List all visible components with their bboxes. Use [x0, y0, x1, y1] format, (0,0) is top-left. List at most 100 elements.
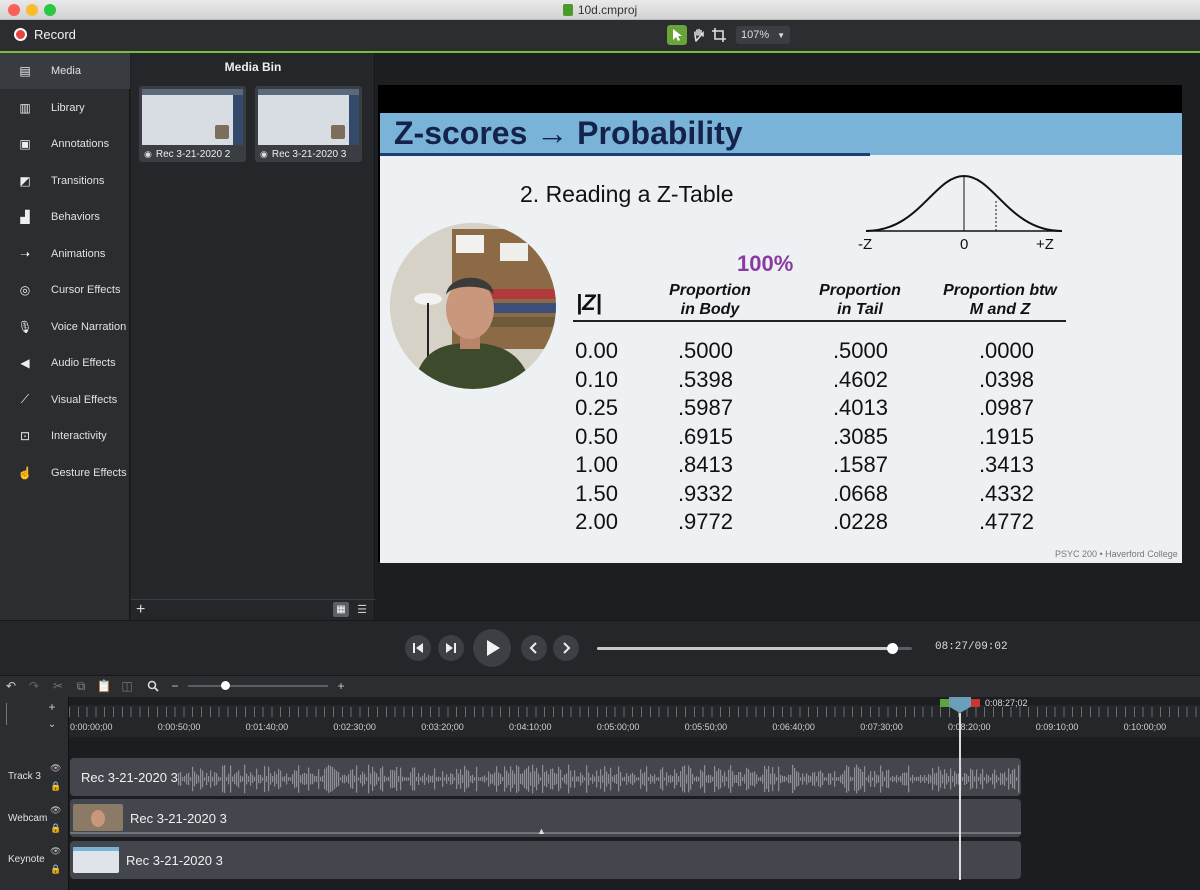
zoom-out-icon[interactable]: −: [167, 678, 183, 694]
sidebar-item-label: Cursor Effects: [51, 284, 121, 296]
table-cell: .0398: [978, 366, 1034, 392]
slide-preview[interactable]: Z-scores → Probability 2. Reading a Z-Ta…: [380, 113, 1182, 563]
books-icon: ▥: [19, 100, 31, 115]
grid-view-icon[interactable]: ▦: [333, 602, 349, 617]
table-header-tail: Proportion in Tail: [819, 282, 901, 318]
undo-icon[interactable]: ↶: [3, 678, 19, 694]
sidebar-item-label: Transitions: [51, 174, 105, 187]
table-cell: 1.50: [575, 480, 618, 506]
crop-icon[interactable]: [709, 25, 729, 45]
sidebar-item-label: Audio Effects: [51, 357, 116, 369]
sidebar-item-gesture-effects[interactable]: ☝ Gesture Effects: [0, 455, 130, 491]
table-cell: 0.00: [575, 338, 618, 363]
table-cell: 2.00: [575, 509, 618, 534]
table-cell: .4332: [978, 480, 1034, 506]
media-thumbnail[interactable]: Rec 3-21-2020 3: [255, 86, 362, 162]
magic-wand-icon: ⟋: [20, 392, 30, 406]
table-col-z: 0.00 0.10 0.25 0.50 1.00 1.50 2.00: [538, 337, 618, 537]
eye-icon[interactable]: 👁: [50, 846, 61, 857]
sidebar-item-interactivity[interactable]: ⊡ Interactivity: [0, 418, 130, 454]
sidebar-item-audio-effects[interactable]: ◀ Audio Effects: [0, 345, 130, 381]
callout-icon: ▣: [19, 137, 31, 151]
main-toolbar: [0, 20, 1200, 52]
table-cell: 0.25: [575, 395, 618, 420]
redo-icon[interactable]: ↷: [26, 678, 42, 694]
transition-marker-icon[interactable]: ▲: [537, 826, 546, 836]
behaviors-icon: ▟: [20, 210, 30, 224]
media-thumbnail[interactable]: Rec 3-21-2020 2: [139, 86, 246, 162]
table-cell: .5987: [677, 395, 733, 420]
ruler-label: 0:02:30;00: [333, 722, 376, 732]
paste-icon[interactable]: 📋: [96, 678, 112, 694]
table-cell: .0000: [978, 338, 1034, 363]
eye-icon[interactable]: 👁: [50, 763, 61, 774]
window-title: 10d.cmproj: [0, 3, 1200, 17]
sidebar-item-label: Annotations: [51, 138, 110, 150]
previous-marker-icon[interactable]: [521, 635, 547, 661]
table-cell: .3085: [832, 423, 888, 449]
add-media-button[interactable]: +: [136, 601, 145, 619]
record-button[interactable]: Record: [14, 27, 76, 42]
timeline-zoom-handle[interactable]: [221, 681, 230, 690]
sidebar-item-label: Animations: [51, 247, 106, 260]
webcam-clip[interactable]: Rec 3-21-2020 3 ▲: [70, 799, 1021, 837]
table-header-rule: [573, 320, 1066, 322]
normal-curve-graphic: [865, 174, 1063, 232]
sidebar-item-annotations[interactable]: ▣ Annotations: [0, 126, 130, 162]
sidebar-item-voice-narration[interactable]: 🎙 Voice Narration: [0, 309, 130, 345]
track-name: Keynote: [8, 854, 45, 865]
zoom-in-icon[interactable]: +: [333, 678, 349, 694]
step-forward-icon[interactable]: [438, 635, 464, 661]
sidebar-item-cursor-effects[interactable]: ◎ Cursor Effects: [0, 272, 130, 308]
lock-icon[interactable]: 🔒: [50, 781, 61, 792]
document-icon: [562, 4, 573, 16]
ruler-label: 0:05:50;00: [684, 722, 728, 732]
step-backward-icon[interactable]: [405, 635, 431, 661]
ruler-label: 0:00:50;00: [157, 722, 201, 732]
cut-icon[interactable]: ✂: [50, 678, 66, 694]
clip-thumbnail: [73, 847, 119, 873]
slide-percent-label: 100%: [737, 251, 794, 276]
selection-end-marker[interactable]: [971, 699, 980, 707]
chevron-down-icon: ▼: [777, 30, 785, 40]
thumbnail-image: [258, 89, 359, 145]
ruler-label: 0:09:10;00: [1035, 722, 1079, 732]
sidebar-item-library[interactable]: ▥ Library: [0, 90, 130, 126]
zoom-level-select[interactable]: 107% ▼: [736, 26, 790, 44]
track-height-slider[interactable]: [6, 703, 12, 725]
sidebar-item-visual-effects[interactable]: ⟋ Visual Effects: [0, 382, 130, 418]
lock-icon[interactable]: 🔒: [50, 864, 61, 875]
sidebar-item-animations[interactable]: ➝ Animations: [0, 236, 130, 272]
selection-start-marker[interactable]: [940, 699, 949, 707]
speaker-icon: ◀: [20, 356, 30, 370]
chevron-down-icon[interactable]: ⌄: [44, 716, 60, 732]
eye-icon[interactable]: 👁: [50, 805, 61, 816]
table-cell: .6915: [677, 423, 733, 449]
next-marker-icon[interactable]: [553, 635, 579, 661]
list-view-icon[interactable]: ☰: [354, 602, 370, 617]
audio-waveform: [178, 764, 1020, 794]
select-arrow-icon[interactable]: [667, 25, 687, 45]
curve-axis-labels: -Z 0 +Z: [858, 236, 1054, 253]
keynote-clip[interactable]: Rec 3-21-2020 3: [70, 841, 1021, 879]
add-track-icon[interactable]: +: [44, 699, 60, 715]
webcam-overlay[interactable]: [390, 223, 556, 389]
hand-gesture-icon: ☝: [17, 465, 33, 480]
table-cell: .9772: [677, 509, 733, 534]
sidebar-item-behaviors[interactable]: ▟ Behaviors: [0, 199, 130, 235]
clip-thumbnail: [73, 804, 123, 831]
scrubber-handle[interactable]: [886, 643, 898, 654]
table-col-tail: .5000 .4602 .4013 .3085 .1587 .0668 .0228: [808, 337, 888, 537]
ruler-label: 0:04:10;00: [509, 722, 552, 732]
timeline-zoom-slider[interactable]: [188, 685, 328, 687]
ruler-label: 0:07:30;00: [860, 722, 903, 732]
lock-icon[interactable]: 🔒: [50, 823, 61, 834]
hand-pan-icon[interactable]: [689, 25, 709, 45]
copy-icon[interactable]: ⧉: [73, 678, 89, 694]
sidebar-item-transitions[interactable]: ◩ Transitions: [0, 163, 130, 199]
sidebar-item-media[interactable]: ▤ Media: [0, 53, 130, 89]
split-icon[interactable]: ◫: [119, 678, 135, 694]
play-button[interactable]: [473, 629, 511, 667]
sidebar-item-label: Visual Effects: [51, 393, 118, 406]
table-cell: .3413: [978, 452, 1034, 477]
